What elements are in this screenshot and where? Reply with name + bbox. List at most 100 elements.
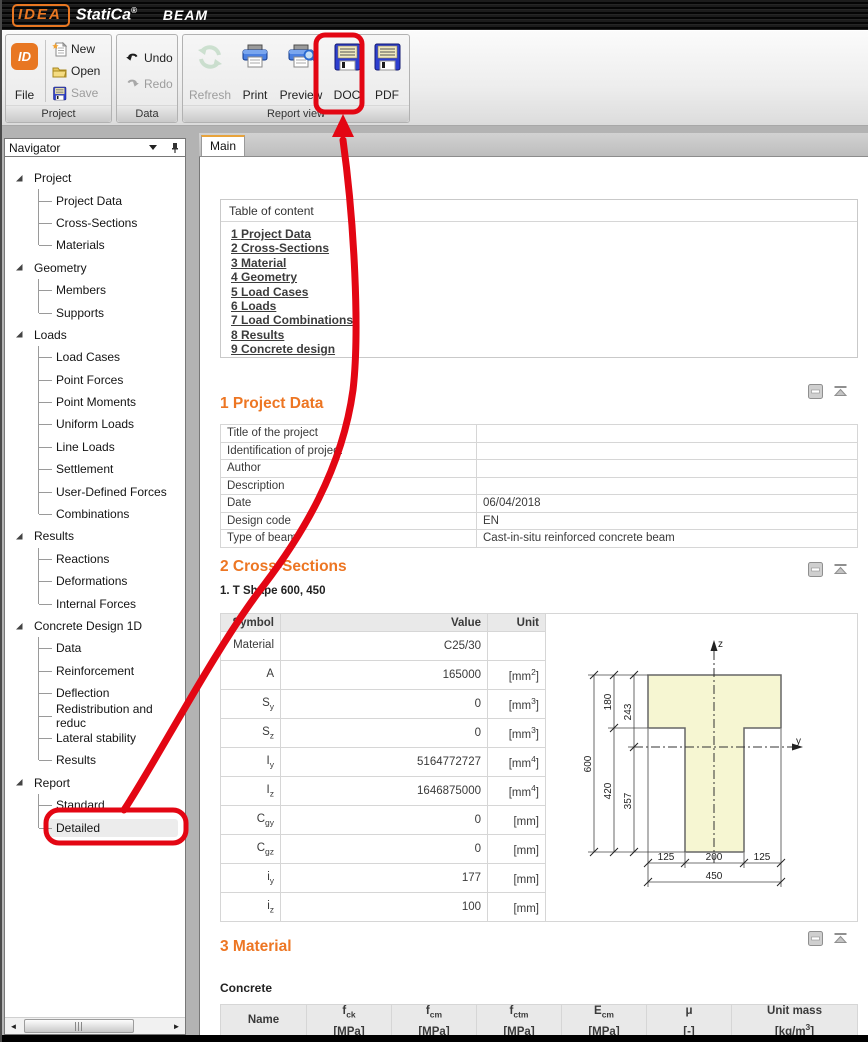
sidebar-item-reactions[interactable]: Reactions [39,548,185,570]
save-button[interactable]: Save [50,84,102,103]
pdf-button[interactable]: PDF [367,37,407,105]
window-bottom-edge [2,1035,868,1042]
collapse-section-icon[interactable] [808,384,823,399]
sidebar-item-load-cases[interactable]: Load Cases [39,346,185,368]
titlebar: IDEA StatiCa® BEAM [2,0,868,30]
refresh-icon [195,42,225,72]
idea-logo: IDEA [12,4,70,27]
scroll-left-arrow[interactable]: ◄ [5,1018,22,1034]
scroll-top-icon[interactable] [833,562,848,577]
scroll-top-icon[interactable] [833,384,848,399]
sidebar-item-line-loads[interactable]: Line Loads [39,436,185,458]
toc-link-material[interactable]: 3 Material [231,256,847,270]
file-icon: ID [11,43,38,70]
scroll-track[interactable] [22,1018,168,1034]
sidebar-item-internal-forces[interactable]: Internal Forces [39,592,185,614]
table-row: Type of beamCast-in-situ reinforced conc… [221,530,858,548]
scroll-right-arrow[interactable]: ► [168,1018,185,1034]
collapse-section-icon[interactable] [808,931,823,946]
sidebar-item-materials[interactable]: Materials [39,234,185,256]
toc-link-loads[interactable]: 6 Loads [231,299,847,313]
file-button[interactable]: ID File [8,37,41,105]
dim-125-right: 125 [754,852,771,863]
open-button[interactable]: Open [50,62,102,81]
navigator-hscrollbar[interactable]: ◄ ► [5,1017,185,1034]
sidebar-item-concrete-design-1d[interactable]: Concrete Design 1D [5,615,185,637]
sidebar-item-deformations[interactable]: Deformations [39,570,185,592]
print-button[interactable]: Print [235,37,275,105]
sidebar-item-results[interactable]: Results [5,525,185,547]
table-row: Design codeEN [221,512,858,530]
sidebar-item-loads[interactable]: Loads [5,324,185,346]
toc-link-results[interactable]: 8 Results [231,328,847,342]
sidebar-item-geometry[interactable]: Geometry [5,257,185,279]
sidebar-item-report[interactable]: Report [5,772,185,794]
undo-button[interactable]: Undo [123,49,175,68]
sidebar-item-uniform-loads[interactable]: Uniform Loads [39,413,185,435]
sidebar-item-user-defined-forces[interactable]: User-Defined Forces [39,480,185,502]
sidebar-item-detailed[interactable]: Detailed [39,816,185,838]
sidebar-item-lateral-stability[interactable]: Lateral stability [39,727,185,749]
sidebar-item-redistribution[interactable]: Redistribution and reduc [39,704,185,726]
sidebar-item-point-forces[interactable]: Point Forces [39,369,185,391]
sidebar-item-reinforcement[interactable]: Reinforcement [39,660,185,682]
sidebar-item-standard[interactable]: Standard [39,794,185,816]
pin-icon[interactable] [169,142,181,154]
section-1-heading: 1 Project Data [220,395,323,413]
collapse-section-icon[interactable] [808,562,823,577]
undo-icon [125,51,140,66]
concrete-subtitle: Concrete [220,981,272,995]
toc-link-cross-sections[interactable]: 2 Cross-Sections [231,241,847,255]
dim-450: 450 [706,871,723,882]
ribbon-group-project: ID File New Open Save Project [5,34,112,123]
ribbon-group-data: Undo Redo Data [116,34,178,123]
report-content: Table of content 1 Project Data 2 Cross-… [199,157,868,1035]
refresh-button[interactable]: Refresh [185,37,235,105]
doc-button[interactable]: DOC [327,37,367,105]
group-label-report-view: Report view [183,105,409,122]
sidebar-item-settlement[interactable]: Settlement [39,458,185,480]
sidebar-item-combinations[interactable]: Combinations [39,503,185,525]
new-button[interactable]: New [50,40,102,59]
tab-main[interactable]: Main [201,135,245,156]
sidebar-item-results-cd[interactable]: Results [39,749,185,771]
cross-section-subtitle: 1. T Shape 600, 450 [220,585,325,597]
expander-icon[interactable] [15,778,24,787]
toc-link-project-data[interactable]: 1 Project Data [231,227,847,241]
dim-200: 200 [706,852,723,863]
sidebar-item-cross-sections[interactable]: Cross-Sections [39,212,185,234]
sidebar-item-data[interactable]: Data [39,637,185,659]
toc-link-concrete-design[interactable]: 9 Concrete design [231,342,847,356]
table-row: Description [221,477,858,495]
expander-icon[interactable] [15,263,24,272]
scroll-thumb[interactable] [24,1019,134,1033]
doc-floppy-icon [332,42,362,72]
module-name: BEAM [163,7,208,23]
expander-icon[interactable] [15,532,24,541]
scroll-top-icon[interactable] [833,931,848,946]
ribbon: ID File New Open Save Project Undo Redo … [2,30,868,126]
table-row: Identification of project [221,442,858,460]
app-window: IDEA StatiCa® BEAM ID File New Open Save… [0,0,868,1042]
sidebar-item-project[interactable]: Project [5,167,185,189]
expander-icon[interactable] [15,330,24,339]
group-label-project: Project [6,105,111,122]
material-table: Name fck[MPa] fcm[MPa] fctm[MPa] Ecm[MPa… [220,1004,858,1035]
sidebar-item-project-data[interactable]: Project Data [39,189,185,211]
toc-link-geometry[interactable]: 4 Geometry [231,270,847,284]
cross-section-diagram: z y [570,617,858,917]
product-name: StatiCa® [76,6,137,24]
redo-button[interactable]: Redo [123,75,175,94]
toc-link-load-cases[interactable]: 5 Load Cases [231,285,847,299]
toc-link-load-combinations[interactable]: 7 Load Combinations [231,313,847,327]
preview-button[interactable]: Preview [275,37,327,105]
section-3-heading: 3 Material [220,938,292,956]
expander-icon[interactable] [15,622,24,631]
sidebar-item-point-moments[interactable]: Point Moments [39,391,185,413]
dropdown-icon[interactable] [149,145,157,150]
sidebar-item-supports[interactable]: Supports [39,301,185,323]
dim-420: 420 [603,782,614,799]
main-area: Main Table of content 1 Project Data 2 C… [199,133,868,1035]
sidebar-item-members[interactable]: Members [39,279,185,301]
expander-icon[interactable] [15,174,24,183]
